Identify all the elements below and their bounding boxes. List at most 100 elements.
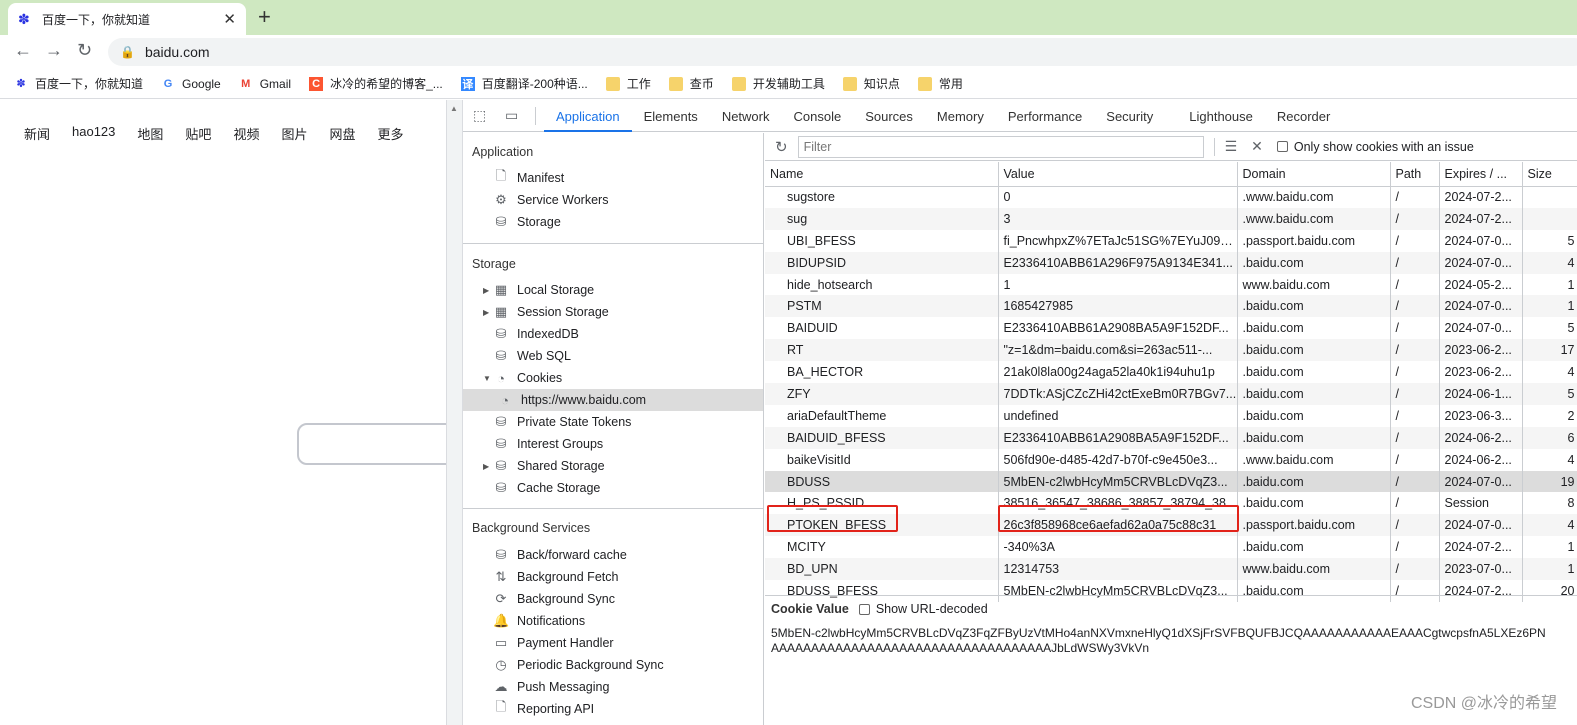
cookie-domain-cell[interactable]: .passport.baidu.com bbox=[1237, 229, 1391, 252]
lock-icon[interactable]: 🔒 bbox=[120, 45, 135, 59]
tab-security[interactable]: Security bbox=[1094, 100, 1165, 132]
cookie-value-cell[interactable]: 7DDTk:ASjCZcZHi42ctExeBm0R7BGv7... bbox=[998, 383, 1238, 405]
sidebar-item[interactable]: ▶ ▦ Local Storage bbox=[483, 279, 764, 301]
cookie-size-cell[interactable]: 4 bbox=[1522, 514, 1577, 537]
cookie-name-cell[interactable]: ariaDefaultTheme bbox=[765, 404, 999, 427]
cookie-path-cell[interactable]: / bbox=[1390, 492, 1440, 515]
cookie-path-cell[interactable]: / bbox=[1390, 383, 1440, 405]
sidebar-item[interactable]: 🔔 Notifications bbox=[483, 610, 764, 632]
sidebar-item[interactable]: ◷ Periodic Background Sync bbox=[483, 654, 764, 676]
bookmark-item[interactable]: ✽ 百度一下，你就知道 bbox=[14, 75, 143, 92]
cookie-value-cell[interactable]: 1 bbox=[998, 273, 1238, 296]
bookmark-item[interactable]: 开发辅助工具 bbox=[731, 75, 825, 92]
cookie-value-cell[interactable]: E2336410ABB61A2908BA5A9F152DF... bbox=[998, 426, 1238, 449]
cookie-expires-cell[interactable]: 2024-07-2... bbox=[1439, 186, 1523, 208]
page-nav-link[interactable]: 图片 bbox=[281, 124, 307, 143]
sidebar-item[interactable]: ⛁ Web SQL bbox=[483, 345, 764, 367]
cookie-name-cell[interactable]: ZFY bbox=[765, 383, 999, 405]
only-issue-checkbox[interactable] bbox=[1276, 141, 1288, 152]
cookie-name-cell[interactable]: sug bbox=[765, 207, 999, 230]
table-row[interactable]: PSTM 1685427985 .baidu.com/2024-07-0... 1 bbox=[765, 295, 1577, 318]
column-header-value[interactable]: Value bbox=[998, 162, 1238, 187]
table-row[interactable]: BAIDUID E2336410ABB61A2908BA5A9F152DF....… bbox=[765, 317, 1577, 340]
close-icon[interactable]: ✕ bbox=[223, 10, 236, 28]
cookie-path-cell[interactable]: / bbox=[1390, 339, 1440, 362]
bookmark-item[interactable]: 常用 bbox=[917, 75, 963, 92]
column-header-name[interactable]: Name bbox=[765, 162, 999, 187]
table-row[interactable]: BA_HECTOR 21ak0l8la00g24aga52la40k1i94uhu… bbox=[765, 361, 1577, 384]
cookie-path-cell[interactable]: / bbox=[1390, 514, 1440, 537]
search-input[interactable] bbox=[297, 423, 457, 465]
bookmark-item[interactable]: 译百度翻译-200种语... bbox=[460, 75, 588, 92]
sidebar-item[interactable]: ▼ ◔ Cookies bbox=[483, 367, 764, 389]
cookie-domain-cell[interactable]: .baidu.com bbox=[1237, 536, 1391, 559]
cookie-value-cell[interactable]: E2336410ABB61A296F975A9134E341... bbox=[998, 251, 1238, 274]
sidebar-item[interactable]: ⛁ Cache Storage bbox=[483, 477, 764, 499]
cookie-domain-cell[interactable]: .baidu.com bbox=[1237, 361, 1391, 384]
table-row[interactable]: sug 3 .www.baidu.com/2024-07-2... bbox=[765, 207, 1577, 230]
cookie-size-cell[interactable]: 4 bbox=[1522, 448, 1577, 471]
cookie-expires-cell[interactable]: 2023-06-3... bbox=[1439, 404, 1523, 427]
column-header-size[interactable]: Size bbox=[1522, 162, 1577, 187]
table-row[interactable]: BIDUPSID E2336410ABB61A296F975A9134E341..… bbox=[765, 251, 1577, 274]
cookie-domain-cell[interactable]: www.baidu.com bbox=[1237, 273, 1391, 296]
cookie-path-cell[interactable]: / bbox=[1390, 317, 1440, 340]
cookie-name-cell[interactable]: sugstore bbox=[765, 186, 999, 208]
cookie-expires-cell[interactable]: 2024-06-1... bbox=[1439, 383, 1523, 405]
cookie-expires-cell[interactable]: 2024-07-0... bbox=[1439, 470, 1523, 493]
cookie-name-cell[interactable]: BDUSS bbox=[765, 470, 999, 493]
column-header-expires[interactable]: Expires / ... bbox=[1439, 162, 1523, 187]
cookie-expires-cell[interactable]: 2024-07-0... bbox=[1439, 317, 1523, 340]
cookie-domain-cell[interactable]: .baidu.com bbox=[1237, 339, 1391, 362]
sidebar-item[interactable]: ⛁ Storage bbox=[483, 211, 764, 233]
cookie-path-cell[interactable]: / bbox=[1390, 229, 1440, 252]
cookie-path-cell[interactable]: / bbox=[1390, 251, 1440, 274]
cookie-value-cell[interactable]: -340%3A bbox=[998, 536, 1238, 559]
cookie-value-cell[interactable]: undefined bbox=[998, 404, 1238, 427]
sidebar-item[interactable]: ▶ ⛁ Shared Storage bbox=[483, 455, 764, 477]
sidebar-item[interactable]: ⟳ Background Sync bbox=[483, 588, 764, 610]
cookie-domain-cell[interactable]: .baidu.com bbox=[1237, 470, 1391, 493]
table-row[interactable]: hide_hotsearch 1 www.baidu.com/2024-05-2..… bbox=[765, 273, 1577, 296]
bookmark-item[interactable]: G Google bbox=[161, 77, 221, 91]
cookie-size-cell[interactable]: 5 bbox=[1522, 383, 1577, 405]
cookie-name-cell[interactable]: hide_hotsearch bbox=[765, 273, 999, 296]
table-row[interactable]: ariaDefaultTheme undefined .baidu.com/2023… bbox=[765, 404, 1577, 427]
cookie-domain-cell[interactable]: .baidu.com bbox=[1237, 426, 1391, 449]
table-row[interactable]: BAIDUID_BFESS E2336410ABB61A2908BA5A9F152… bbox=[765, 426, 1577, 449]
cookie-domain-cell[interactable]: www.baidu.com bbox=[1237, 558, 1391, 581]
cookie-path-cell[interactable]: / bbox=[1390, 207, 1440, 230]
page-nav-link[interactable]: 地图 bbox=[137, 124, 163, 143]
tab-network[interactable]: Network bbox=[710, 100, 782, 132]
sidebar-item[interactable]: ⛁ Interest Groups bbox=[483, 433, 764, 455]
cookie-size-cell[interactable]: 1 bbox=[1522, 295, 1577, 318]
tab-lighthouse[interactable]: Lighthouse bbox=[1177, 100, 1265, 132]
page-nav-link[interactable]: hao123 bbox=[72, 124, 115, 143]
cookie-value-cell[interactable]: fi_PncwhpxZ%7ETaJc51SG%7EYuJ09s... bbox=[998, 229, 1238, 252]
back-icon[interactable]: ← bbox=[14, 40, 32, 61]
table-row[interactable]: RT "z=1&dm=baidu.com&si=263ac511-... .baid… bbox=[765, 339, 1577, 362]
cookie-size-cell[interactable]: 5 bbox=[1522, 317, 1577, 340]
cookie-value-cell[interactable]: 506fd90e-d485-42d7-b70f-c9e450e3... bbox=[998, 448, 1238, 471]
tab-performance[interactable]: Performance bbox=[996, 100, 1094, 132]
table-row[interactable]: ZFY 7DDTk:ASjCZcZHi42ctExeBm0R7BGv7... .ba… bbox=[765, 383, 1577, 405]
cookie-size-cell[interactable] bbox=[1522, 186, 1577, 208]
page-nav-link[interactable]: 贴吧 bbox=[185, 124, 211, 143]
address-bar[interactable]: 🔒 baidu.com bbox=[108, 38, 1577, 66]
page-nav-link[interactable]: 视频 bbox=[233, 124, 259, 143]
cookie-expires-cell[interactable]: 2024-07-2... bbox=[1439, 536, 1523, 559]
filter-input[interactable]: Filter bbox=[797, 135, 1204, 158]
cookie-expires-cell[interactable]: 2024-07-0... bbox=[1439, 295, 1523, 318]
tab-recorder[interactable]: Recorder bbox=[1265, 100, 1342, 132]
cookie-domain-cell[interactable]: .www.baidu.com bbox=[1237, 186, 1391, 208]
cookie-size-cell[interactable]: 6 bbox=[1522, 426, 1577, 449]
sidebar-item[interactable]: 🗋 Reporting API bbox=[483, 698, 764, 720]
url-text[interactable]: baidu.com bbox=[145, 44, 210, 60]
cookie-value-cell[interactable]: 3 bbox=[998, 207, 1238, 230]
cookie-size-cell[interactable]: 17 bbox=[1522, 339, 1577, 362]
cookie-name-cell[interactable]: BAIDUID_BFESS bbox=[765, 426, 999, 449]
sidebar-item[interactable]: ◔ https://www.baidu.com bbox=[463, 389, 763, 411]
reload-icon[interactable]: ↻ bbox=[77, 40, 92, 61]
cookie-expires-cell[interactable]: Session bbox=[1439, 492, 1523, 515]
cookie-size-cell[interactable]: 5 bbox=[1522, 229, 1577, 252]
